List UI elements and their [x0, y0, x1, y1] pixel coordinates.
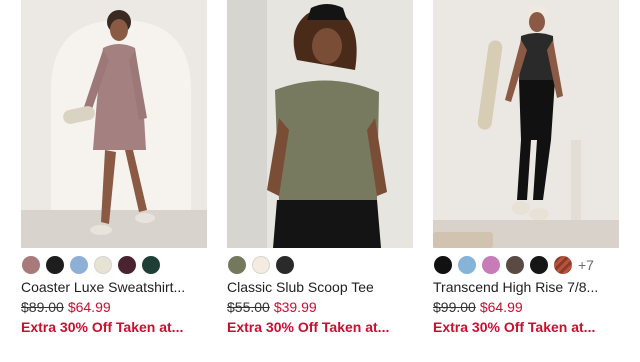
sale-price: $39.99 [273, 299, 317, 315]
swatch-sky-blue[interactable] [458, 256, 476, 274]
product-name[interactable]: Coaster Luxe Sweatshirt... [21, 279, 207, 296]
swatch-charcoal[interactable] [276, 256, 294, 274]
product-price: $99.00 $64.99 [433, 299, 619, 316]
product-price: $89.00 $64.99 [21, 299, 207, 316]
swatch-rust-pattern[interactable] [554, 256, 572, 274]
original-price: $89.00 [21, 299, 64, 315]
swatch-black[interactable] [434, 256, 452, 274]
promo-text: Extra 30% Off Taken at... [433, 319, 596, 335]
original-price: $99.00 [433, 299, 476, 315]
sale-price: $64.99 [67, 299, 111, 315]
color-swatches-1 [22, 256, 207, 274]
product-price: $55.00 $39.99 [227, 299, 413, 316]
promo-text: Extra 30% Off Taken at... [21, 319, 184, 335]
swatch-brown-grey[interactable] [506, 256, 524, 274]
product-card-2[interactable]: Classic Slub Scoop Tee $55.00 $39.99 Extr… [227, 0, 413, 336]
swatch-cream[interactable] [94, 256, 112, 274]
swatch-plum[interactable] [118, 256, 136, 274]
swatch-olive[interactable] [228, 256, 246, 274]
more-colors-link[interactable]: +7 [578, 257, 594, 273]
swatch-light-blue[interactable] [70, 256, 88, 274]
color-swatches-3: +7 [434, 256, 619, 274]
product-name[interactable]: Transcend High Rise 7/8... [433, 279, 619, 296]
swatch-black[interactable] [46, 256, 64, 274]
sale-price: $64.99 [479, 299, 523, 315]
product-name[interactable]: Classic Slub Scoop Tee [227, 279, 413, 296]
swatch-dark-green[interactable] [142, 256, 160, 274]
product-image-3[interactable] [433, 0, 619, 248]
product-image-1[interactable] [21, 0, 207, 248]
original-price: $55.00 [227, 299, 270, 315]
swatch-orchid[interactable] [482, 256, 500, 274]
color-swatches-2 [228, 256, 413, 274]
swatch-jet[interactable] [530, 256, 548, 274]
product-card-3[interactable]: +7 Transcend High Rise 7/8... $99.00 $64.… [433, 0, 619, 336]
swatch-mauve[interactable] [22, 256, 40, 274]
product-image-2[interactable] [227, 0, 413, 248]
swatch-ivory[interactable] [252, 256, 270, 274]
promo-text: Extra 30% Off Taken at... [227, 319, 390, 335]
product-card-1[interactable]: Coaster Luxe Sweatshirt... $89.00 $64.99 … [21, 0, 207, 336]
